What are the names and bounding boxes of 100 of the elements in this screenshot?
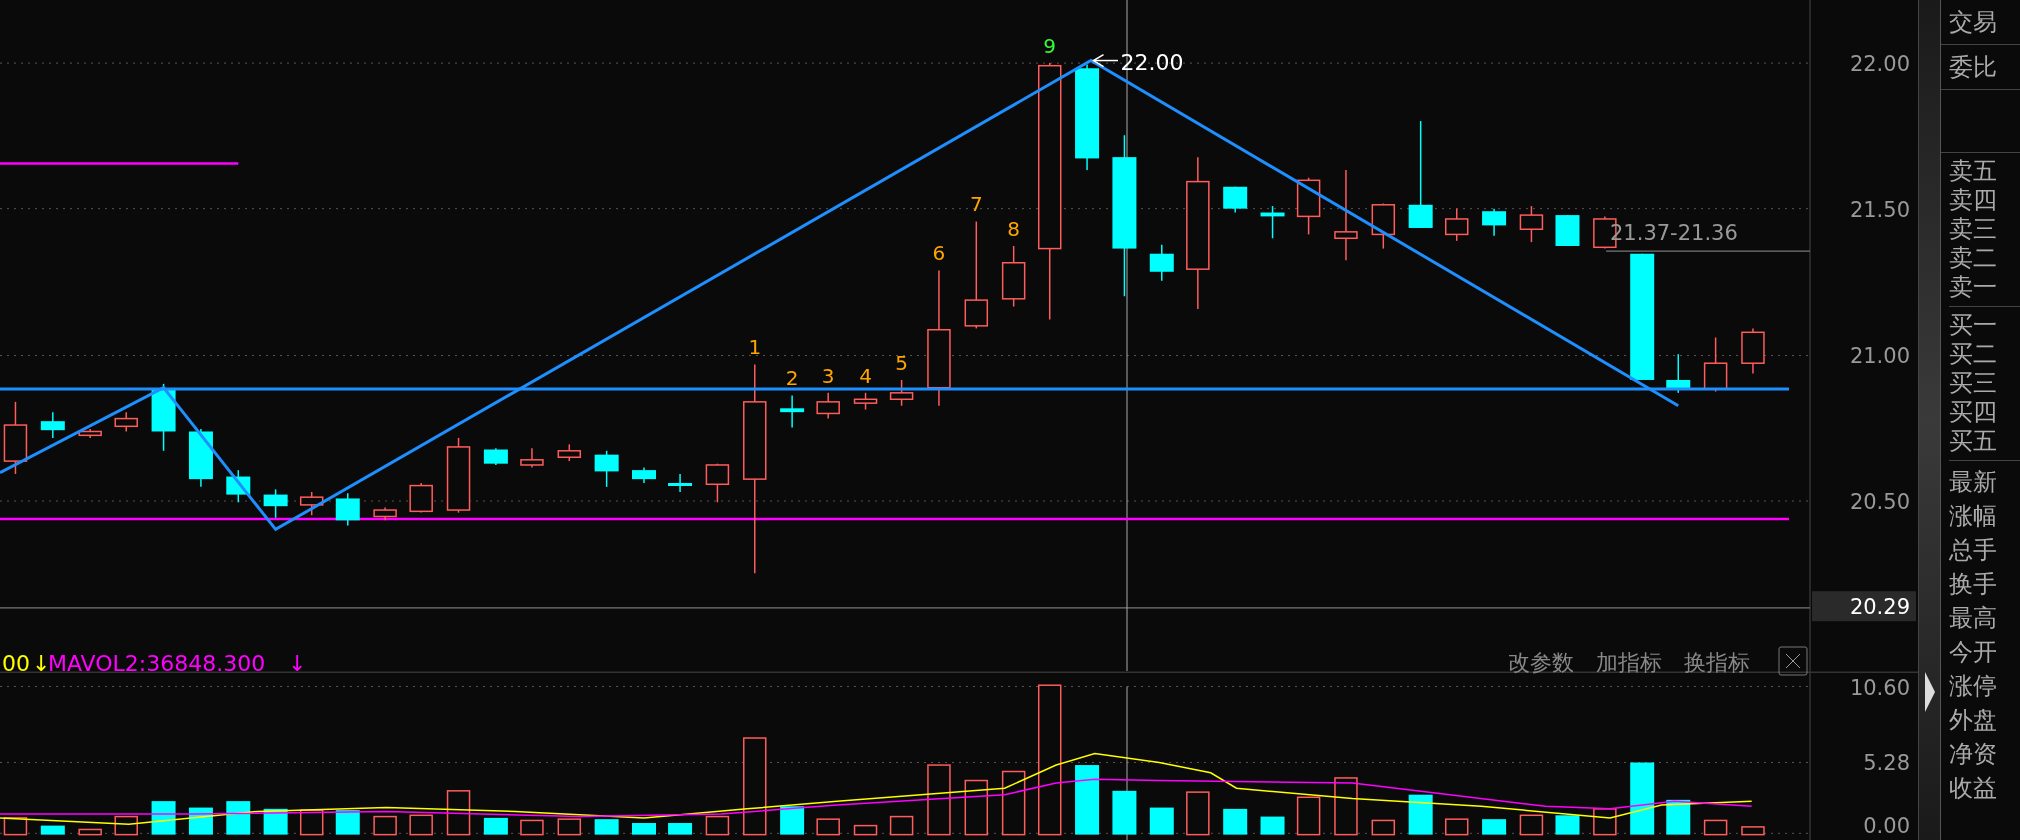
quote-label: 买一 bbox=[1949, 311, 1998, 340]
volume-bar bbox=[1149, 807, 1174, 835]
quote-label: 净资 bbox=[1949, 739, 1998, 770]
candlestick bbox=[705, 462, 730, 504]
candlestick bbox=[1296, 177, 1321, 236]
candlestick bbox=[1149, 243, 1174, 282]
toolbar-link[interactable]: 改参数 bbox=[1508, 650, 1574, 675]
quote-label: 买五 bbox=[1949, 427, 1998, 456]
volume-bar bbox=[1260, 816, 1285, 835]
quote-label: 卖五 bbox=[1949, 157, 1998, 186]
axis-tick-label: 0.00 bbox=[1863, 814, 1910, 839]
candlestick bbox=[373, 506, 397, 522]
volume-bar bbox=[483, 817, 508, 835]
volume-bar bbox=[889, 815, 914, 836]
candlestick bbox=[1001, 245, 1026, 308]
axis-tick-label: 10.60 bbox=[1849, 675, 1910, 700]
arrow-icon: ↓ bbox=[32, 651, 51, 676]
triangle-icon[interactable] bbox=[1924, 672, 1935, 712]
volume-bar bbox=[816, 818, 840, 836]
volume-bar bbox=[335, 810, 360, 835]
quote-label: 交易 bbox=[1941, 0, 2020, 45]
candlestick bbox=[226, 469, 251, 504]
indicator-value: MAVOL2:36848.300 bbox=[48, 651, 266, 676]
axis-tick-label: 21.50 bbox=[1849, 197, 1910, 222]
candlestick bbox=[151, 383, 176, 452]
volume-bar bbox=[1371, 819, 1396, 836]
quote-label: 卖二 bbox=[1949, 244, 1998, 273]
current-price-label: 20.29 bbox=[1849, 595, 1910, 620]
candlestick bbox=[1445, 207, 1469, 242]
candlestick bbox=[1703, 336, 1728, 393]
volume-bar bbox=[1296, 796, 1321, 836]
quote-label: 涨停 bbox=[1949, 671, 1998, 702]
volume-bar bbox=[1112, 790, 1137, 835]
volume-bar bbox=[1703, 819, 1728, 836]
volume-bar bbox=[373, 815, 397, 836]
volume-bar bbox=[1666, 799, 1691, 835]
close-icon[interactable] bbox=[1778, 646, 1808, 676]
volume-bar bbox=[409, 814, 433, 836]
volume-bar bbox=[1445, 818, 1469, 836]
volume-bar bbox=[226, 801, 251, 835]
axis-tick-label: 20.50 bbox=[1849, 490, 1910, 515]
candlestick bbox=[1555, 214, 1580, 247]
sequence-count: 9 bbox=[1043, 33, 1057, 58]
volume-bar bbox=[927, 764, 951, 836]
candlestick bbox=[1223, 186, 1248, 214]
volume-bar bbox=[1482, 819, 1507, 835]
volume-bar bbox=[520, 819, 544, 836]
volume-bar bbox=[594, 819, 619, 835]
quote-label: 买四 bbox=[1949, 398, 1998, 427]
arrow-icon bbox=[1092, 53, 1119, 68]
volume-bar bbox=[1741, 826, 1765, 836]
candlestick bbox=[1519, 205, 1544, 243]
quote-label: 买三 bbox=[1949, 369, 1998, 398]
volume-bar bbox=[1186, 791, 1210, 836]
quote-label: 换手 bbox=[1949, 569, 1998, 600]
quote-label: 收益 bbox=[1949, 773, 1998, 804]
toolbar-link[interactable]: 换指标 bbox=[1684, 650, 1750, 675]
volume-bar bbox=[40, 825, 65, 835]
candlestick bbox=[78, 428, 102, 439]
volume-bar bbox=[114, 815, 138, 836]
toolbar-link[interactable]: 加指标 bbox=[1596, 650, 1662, 675]
volume-bar bbox=[853, 824, 878, 836]
volume-bar bbox=[78, 828, 102, 836]
candlestick bbox=[816, 392, 840, 420]
sequence-count: 7 bbox=[969, 192, 983, 217]
arrow-icon: ↓ bbox=[288, 651, 307, 676]
sequence-count: 3 bbox=[821, 363, 835, 388]
candlestick bbox=[1371, 202, 1396, 250]
sequence-count: 5 bbox=[895, 350, 908, 375]
volume-bar bbox=[3, 817, 28, 836]
candlestick bbox=[632, 466, 656, 484]
quote-label: 今开 bbox=[1949, 637, 1998, 668]
candlestick bbox=[1482, 207, 1507, 237]
axis-tick-label: 5.28 bbox=[1863, 751, 1910, 776]
volume-bar bbox=[705, 815, 730, 836]
candlestick bbox=[335, 492, 360, 527]
candlestick bbox=[1666, 353, 1691, 394]
candlestick bbox=[1260, 205, 1285, 240]
sequence-count: 2 bbox=[785, 366, 799, 391]
price-label: 22.00 bbox=[1120, 49, 1184, 75]
candlestick bbox=[520, 447, 544, 469]
axis-tick-label: 22.00 bbox=[1849, 52, 1910, 77]
candlestick bbox=[483, 447, 508, 466]
candlestick bbox=[40, 411, 65, 439]
quote-label: 卖三 bbox=[1949, 215, 1998, 244]
candlestick bbox=[668, 473, 693, 493]
volume-bar bbox=[1555, 815, 1580, 835]
volume-bar bbox=[1075, 765, 1100, 835]
volume-bar bbox=[446, 790, 471, 836]
indicator-value: 00 bbox=[2, 651, 30, 676]
candlestick bbox=[557, 443, 582, 462]
sequence-count: 4 bbox=[859, 363, 872, 388]
quote-label: 外盘 bbox=[1949, 705, 1998, 736]
sequence-count: 6 bbox=[932, 241, 946, 266]
axis-tick-label: 21.00 bbox=[1849, 344, 1910, 369]
volume-bar bbox=[780, 806, 805, 835]
volume-bar bbox=[1519, 814, 1544, 836]
quote-label: 最高 bbox=[1949, 603, 1998, 634]
quote-label: 最新 bbox=[1949, 467, 1998, 498]
quote-label: 买二 bbox=[1949, 340, 1998, 369]
